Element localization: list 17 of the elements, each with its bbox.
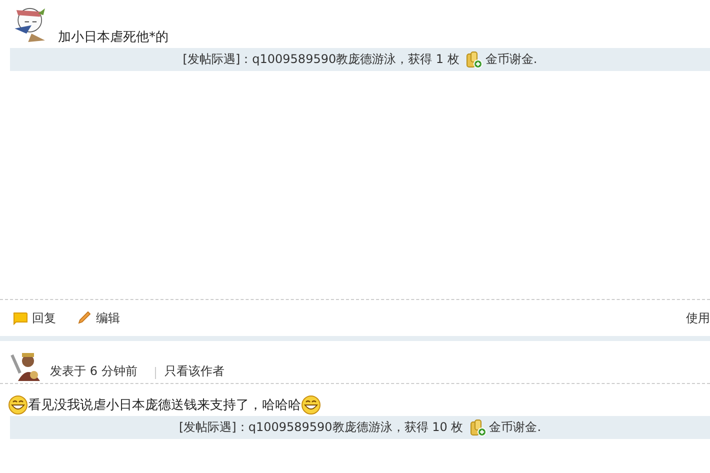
post-time: 发表于 6 分钟前 [50,363,138,380]
grinning-face-icon [301,395,321,415]
reward-text: 金币谢金. [489,419,542,436]
speech-bubble-icon [12,310,28,326]
reward-text: [发帖际遇]：q1009589590教庞德游泳，获得 1 枚 [182,51,460,68]
reward-text: 金币谢金. [485,51,538,68]
grinning-face-icon [8,395,28,415]
coin-stack-icon [465,50,484,68]
coin-stack-icon [469,418,488,436]
reward-text: [发帖际遇]：q1009589590教庞德游泳，获得 10 枚 [178,419,464,436]
use-link[interactable]: 使用 [686,310,710,326]
pencil-icon [76,310,92,326]
post-text: 看见没我说虐小日本庞德送钱来支持了，哈哈哈 [28,397,301,414]
edit-link[interactable]: 编辑 [76,310,120,326]
reply-link[interactable]: 回复 [12,310,56,326]
author-only-link[interactable]: 只看该作者 [164,363,224,381]
post-text: 加小日本虐死他*的 [58,29,168,46]
